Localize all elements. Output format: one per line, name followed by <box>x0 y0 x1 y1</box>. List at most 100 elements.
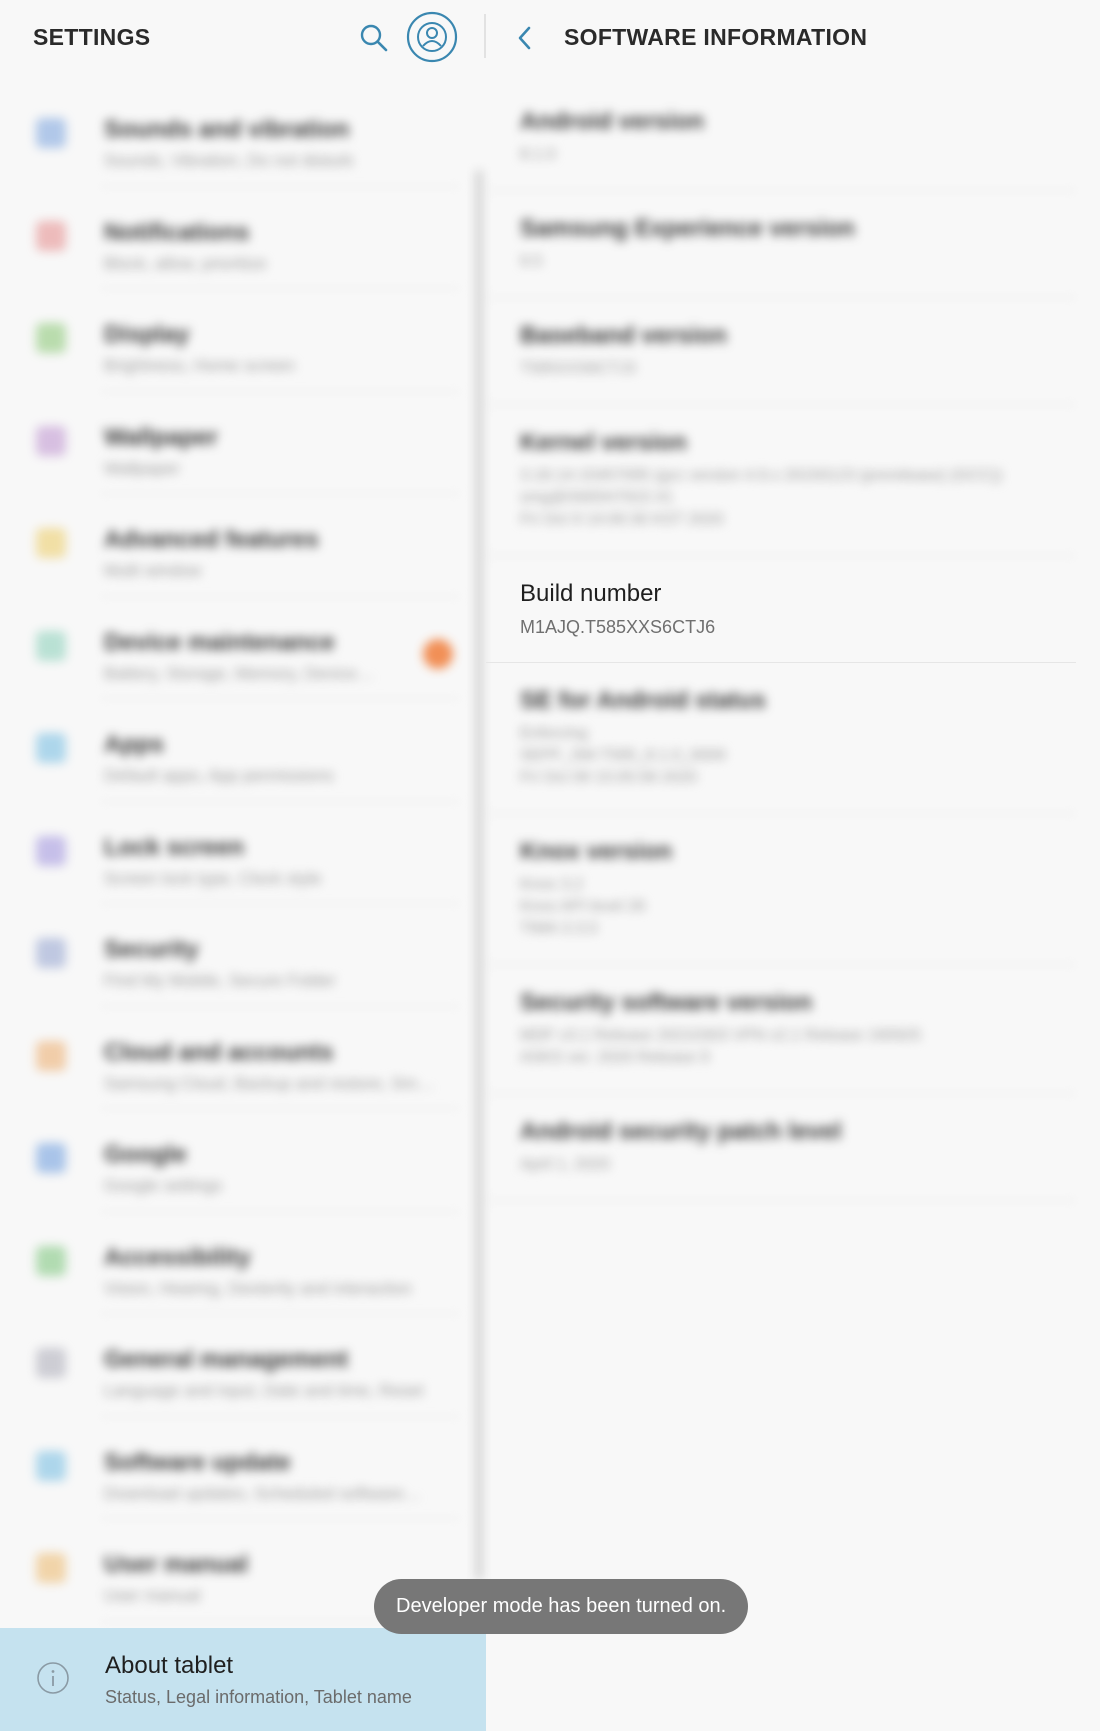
settings-item-label: Notifications <box>104 218 250 246</box>
user-manual-icon <box>36 1553 66 1583</box>
software-info-label: Kernel version <box>520 429 687 456</box>
settings-item-label: Device maintenance <box>104 628 335 656</box>
software-info-value: April 1, 2020 <box>520 1156 610 1173</box>
settings-item-label: Google <box>104 1141 187 1168</box>
search-icon[interactable] <box>358 22 390 54</box>
apps-icon <box>36 733 66 763</box>
account-circle-icon[interactable] <box>405 10 459 64</box>
settings-item[interactable]: Notifications Block, allow, prioritize <box>0 187 470 289</box>
software-info-item: Kernel version 3.18.14-15457095 (gcc vers… <box>486 405 1076 556</box>
software-info-label: Security software version <box>520 989 813 1016</box>
google-icon <box>36 1143 66 1173</box>
settings-item-label: General management <box>104 1346 349 1373</box>
software-info-label: Samsung Experience version <box>520 215 855 242</box>
settings-item-subtitle: Sounds, Vibration, Do not disturb <box>104 151 354 170</box>
header-divider <box>484 14 486 58</box>
chevron-left-icon[interactable] <box>512 22 538 54</box>
scrollbar[interactable] <box>476 170 482 1580</box>
settings-item-label: User manual <box>104 1551 249 1578</box>
software-info-value: MDF v3.1 Release 20210303 VPN v2.1 Relea… <box>520 1027 922 1066</box>
software-info-item: Knox version Knox 3.2 Knox API level 26 T… <box>486 814 1076 965</box>
settings-item-subtitle: Screen lock type, Clock style <box>104 868 322 888</box>
settings-item-subtitle: Brightness, Home screen <box>104 356 295 375</box>
software-info-label: Build number <box>520 580 662 607</box>
settings-item-subtitle: Wallpaper <box>104 458 180 478</box>
software-info-value: T585XXS6CTJ3 <box>520 360 636 377</box>
software-info-item: Android security patch level April 1, 202… <box>486 1094 1076 1201</box>
settings-item-label: Cloud and accounts <box>104 1038 334 1066</box>
settings-item[interactable]: Sounds and vibration Sounds, Vibration, D… <box>0 84 470 187</box>
software-info-value: 8.1.0 <box>520 146 556 163</box>
settings-item-subtitle: Find My Mobile, Secure Folder <box>104 971 336 990</box>
software-info-list: Android version 8.1.0 Samsung Experience v… <box>486 84 1076 1201</box>
software-info-value: 3.18.14-15457095 (gcc version 4.9.x 2015… <box>520 467 1003 528</box>
settings-item[interactable]: Google Google settings <box>0 1109 470 1212</box>
settings-item-subtitle: Multi window <box>104 561 202 580</box>
advanced-features-icon <box>36 528 66 558</box>
lock-screen-icon <box>36 835 66 866</box>
software-info-label: Android version <box>520 108 705 135</box>
settings-title: SETTINGS <box>33 24 151 50</box>
settings-item-subtitle: User manual <box>104 1586 201 1605</box>
settings-item-label: Lock screen <box>104 833 245 861</box>
software-info-value: 9.5 <box>520 253 543 270</box>
about-tablet-label: About tablet <box>105 1652 234 1679</box>
software-info-item: Baseband version T585XXS6CTJ3 <box>486 298 1076 405</box>
settings-item-subtitle: Download updates, Scheduled software… <box>104 1483 421 1503</box>
settings-item[interactable]: Device maintenance Battery, Storage, Memo… <box>0 597 470 699</box>
settings-item[interactable]: Cloud and accounts Samsung Cloud, Backup … <box>0 1007 470 1109</box>
software-info-item[interactable]: Build number M1AJQ.T585XXS6CTJ6 <box>486 556 1076 663</box>
software-info-item: Samsung Experience version 9.5 <box>486 191 1076 298</box>
software-update-icon <box>36 1450 66 1481</box>
key-icon <box>36 1040 66 1071</box>
settings-item[interactable]: Wallpaper Wallpaper <box>0 392 470 494</box>
about-tablet-subtitle: Status, Legal information, Tablet name <box>105 1687 412 1707</box>
settings-list: Sounds and vibration Sounds, Vibration, D… <box>0 84 470 1622</box>
software-info-label: SE for Android status <box>520 687 766 714</box>
software-info-label: Baseband version <box>520 322 727 349</box>
general-management-icon <box>36 1348 66 1378</box>
settings-item-subtitle: Vision, Hearing, Dexterity and interacti… <box>104 1278 412 1298</box>
software-info-label: Knox version <box>520 838 673 865</box>
settings-item[interactable]: Apps Default apps, App permissions <box>0 699 470 802</box>
settings-item[interactable]: Software update Download updates, Schedul… <box>0 1417 470 1519</box>
settings-item-label: Accessibility <box>104 1243 251 1271</box>
settings-item-subtitle: Default apps, App permissions <box>104 766 334 785</box>
settings-item[interactable]: Advanced features Multi window <box>0 494 470 597</box>
info-icon <box>37 1662 69 1694</box>
settings-item-subtitle: Block, allow, prioritize <box>104 253 267 273</box>
device-maintenance-icon <box>36 630 66 661</box>
settings-item-label: Sounds and vibration <box>104 116 350 143</box>
software-info-label: Android security patch level <box>520 1118 842 1145</box>
software-info-value: Enforcing SEPF_SM-T585_8.1.0_0009 Fri Oc… <box>520 725 726 786</box>
software-info-value: Knox 3.2 Knox API level 26 TIMA 3.3.0 <box>520 876 646 937</box>
settings-item[interactable]: Display Brightness, Home screen <box>0 289 470 392</box>
settings-item-about-tablet[interactable]: About tablet Status, Legal information, … <box>0 1628 486 1731</box>
shield-icon <box>36 938 66 968</box>
settings-item-subtitle: Samsung Cloud, Backup and restore, Sm… <box>104 1073 434 1093</box>
notification-icon <box>36 220 66 251</box>
notification-badge <box>423 639 453 669</box>
settings-item-label: Display <box>104 321 190 348</box>
sound-icon <box>36 118 66 148</box>
software-info-item: Security software version MDF v3.1 Releas… <box>486 965 1076 1094</box>
software-info-item: Android version 8.1.0 <box>486 84 1076 191</box>
settings-item[interactable]: Accessibility Vision, Hearing, Dexterity … <box>0 1212 470 1314</box>
display-icon <box>36 323 66 353</box>
accessibility-icon <box>36 1245 66 1276</box>
settings-item[interactable]: Lock screen Screen lock type, Clock style <box>0 802 470 904</box>
settings-item[interactable]: General management Language and input, Da… <box>0 1314 470 1417</box>
wallpaper-icon <box>36 425 66 456</box>
settings-item-label: Wallpaper <box>104 423 218 451</box>
developer-mode-toast: Developer mode has been turned on. <box>374 1579 749 1634</box>
settings-item-label: Advanced features <box>104 526 319 553</box>
software-info-value: M1AJQ.T585XXS6CTJ6 <box>520 617 716 637</box>
settings-item-subtitle: Google settings <box>104 1176 223 1195</box>
settings-item-label: Apps <box>104 731 164 758</box>
settings-item-label: Security <box>104 936 199 963</box>
settings-item-subtitle: Battery, Storage, Memory, Device… <box>104 663 374 683</box>
settings-item[interactable]: Security Find My Mobile, Secure Folder <box>0 904 470 1007</box>
settings-item-subtitle: Language and input, Date and time, Reset <box>104 1381 424 1400</box>
settings-item-label: Software update <box>104 1448 291 1476</box>
software-information-title: SOFTWARE INFORMATION <box>564 24 868 50</box>
